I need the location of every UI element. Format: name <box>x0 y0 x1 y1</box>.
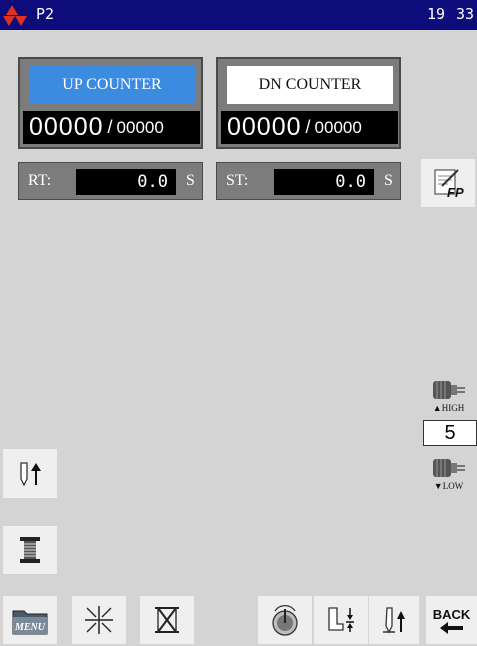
rt-value: 0.0 <box>76 169 176 195</box>
left-arrow-icon <box>439 621 463 634</box>
up-counter-display[interactable]: 00000 / 00000 <box>23 111 200 144</box>
up-counter-separator: / <box>107 117 113 137</box>
dn-counter-current: 00000 <box>227 113 302 141</box>
up-counter-current: 00000 <box>29 113 104 141</box>
page-indicator: P2 <box>36 5 55 23</box>
status-bar: P2 19 33 <box>0 0 477 30</box>
dn-counter-separator: / <box>305 117 311 137</box>
rt-label: RT: <box>28 172 52 189</box>
back-label: BACK <box>432 606 471 622</box>
speed-high-button[interactable]: ▲HIGH <box>420 372 477 418</box>
cancel-pattern-button[interactable] <box>140 596 194 644</box>
back-button[interactable]: BACK <box>426 596 477 644</box>
fp-button[interactable]: FP <box>421 159 475 207</box>
condense-stitch-button[interactable] <box>72 596 126 644</box>
needle-up-button[interactable] <box>3 449 57 498</box>
cross-box-icon <box>155 607 179 633</box>
dn-counter-panel: DN COUNTER 00000 / 00000 <box>216 57 401 149</box>
menu-button[interactable]: MENU <box>3 596 57 644</box>
logo-icon <box>3 5 27 26</box>
speed-value: 5 <box>423 420 477 446</box>
speed-low-label: ▼LOW <box>433 480 464 491</box>
needle-position-button[interactable] <box>369 596 419 644</box>
motor-icon <box>432 458 465 477</box>
up-counter-total: 00000 <box>116 117 164 137</box>
dn-counter-display[interactable]: 00000 / 00000 <box>221 111 398 144</box>
motor-icon <box>432 380 465 399</box>
clock-minute: 33 <box>456 5 475 23</box>
rt-timer[interactable]: RT: 0.0 S <box>18 162 203 200</box>
rt-unit: S <box>186 172 195 189</box>
presser-foot-icon <box>328 607 354 632</box>
st-value: 0.0 <box>274 169 374 195</box>
condense-icon <box>85 606 113 634</box>
needle-up-icon <box>383 607 405 634</box>
speed-low-button[interactable]: ▼LOW <box>420 450 477 496</box>
speed-high-label: ▲HIGH <box>432 402 465 413</box>
svg-text:MENU: MENU <box>14 622 46 633</box>
up-counter-button[interactable]: UP COUNTER <box>29 66 195 104</box>
needle-up-icon <box>20 461 41 486</box>
st-label: ST: <box>226 172 249 189</box>
st-unit: S <box>384 172 393 189</box>
dn-counter-button[interactable]: DN COUNTER <box>227 66 393 104</box>
thread-button[interactable] <box>3 526 57 574</box>
up-counter-panel: UP COUNTER 00000 / 00000 <box>18 57 203 149</box>
dn-counter-total: 00000 <box>314 117 362 137</box>
folder-icon: MENU <box>12 610 48 635</box>
presser-foot-button[interactable] <box>314 596 368 644</box>
spool-icon <box>20 537 40 563</box>
handwheel-button[interactable] <box>258 596 312 644</box>
st-timer[interactable]: ST: 0.0 S <box>216 162 401 200</box>
handwheel-icon <box>272 605 298 636</box>
clock-hour: 19 <box>427 5 446 23</box>
fp-icon: FP <box>434 169 464 200</box>
svg-text:FP: FP <box>447 185 464 200</box>
